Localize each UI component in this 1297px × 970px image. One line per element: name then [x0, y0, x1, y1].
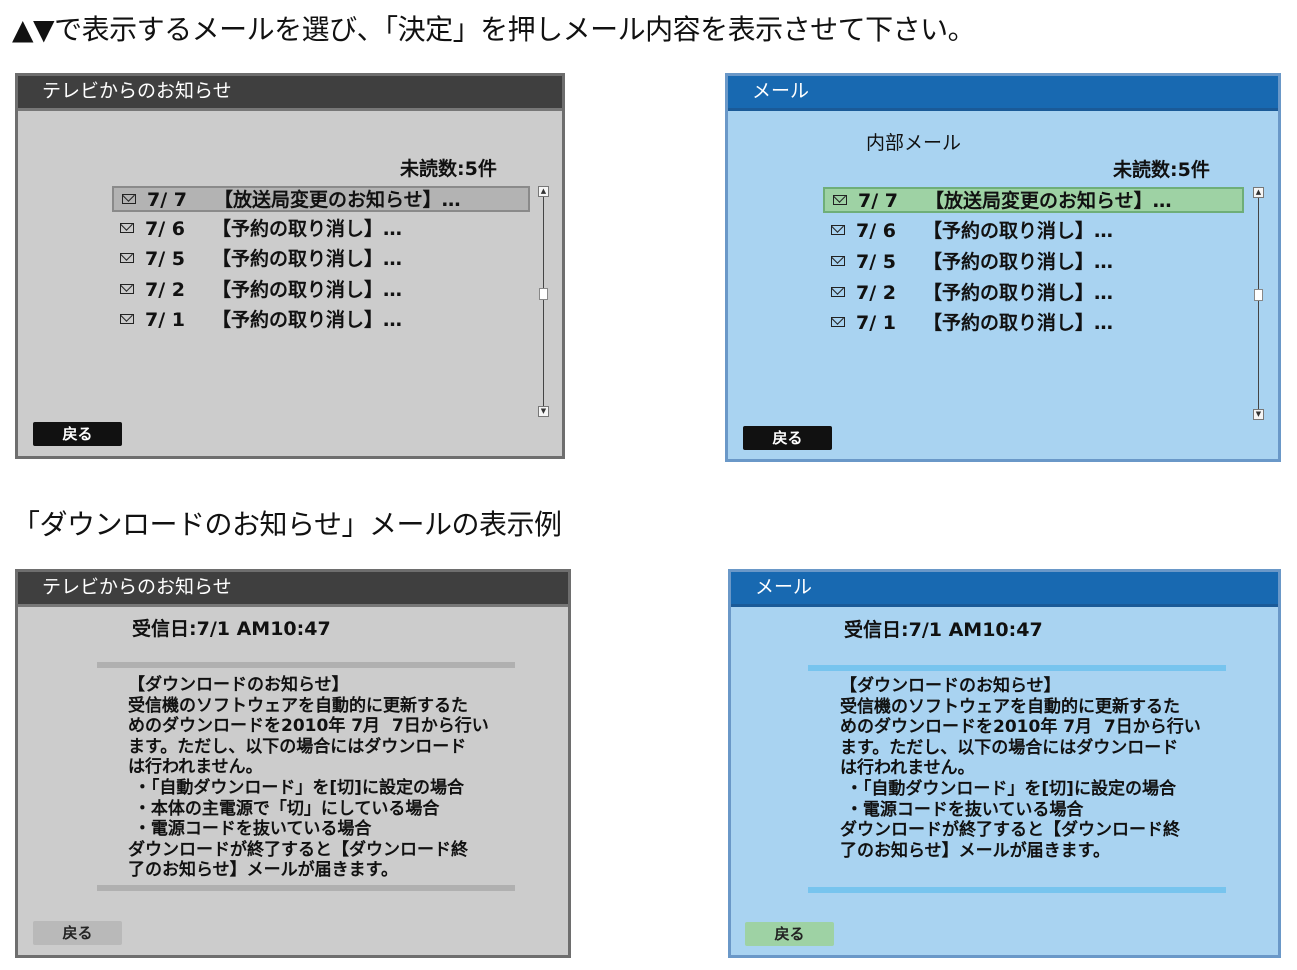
list-item[interactable]: 7/ 5 【予約の取り消し】…	[823, 250, 1244, 276]
gray-mail-detail-panel: テレビからのお知らせ 受信日:7/1 AM10:47 【ダウンロードのお知らせ】…	[15, 569, 571, 958]
mailbox-subtitle: 内部メール	[866, 132, 962, 154]
received-date: 受信日:7/1 AM10:47	[844, 619, 1043, 641]
envelope-icon	[120, 253, 134, 263]
list-item-subject: 【予約の取り消し】…	[923, 251, 1114, 273]
instruction-text: ▲▼で表示するメールを選び、「決定」を押しメール内容を表示させて下さい。	[12, 13, 976, 46]
back-button[interactable]: 戻る	[33, 422, 122, 446]
received-date: 受信日:7/1 AM10:47	[132, 618, 331, 640]
list-item-subject: 【予約の取り消し】…	[923, 220, 1114, 242]
blue-mail-list-panel: メール 内部メール 未読数:5件 7/ 7 【放送局変更のお知らせ】… 7/ 6…	[725, 73, 1281, 462]
list-item-subject: 【予約の取り消し】…	[212, 248, 403, 270]
mail-body: 【ダウンロードのお知らせ】 受信機のソフトウェアを自動的に更新するた めのダウン…	[840, 676, 1201, 861]
scrollbar-track[interactable]	[543, 192, 544, 410]
list-item[interactable]: 7/ 6 【予約の取り消し】…	[823, 219, 1244, 245]
list-item-date: 7/ 7	[147, 189, 187, 211]
scroll-down-arrow-icon[interactable]: ▼	[538, 406, 549, 417]
list-item-subject: 【予約の取り消し】…	[923, 312, 1114, 334]
panel-title: テレビからのお知らせ	[18, 76, 562, 111]
panel-title: メール	[728, 76, 1278, 111]
scrollbar-thumb[interactable]	[539, 288, 548, 300]
envelope-icon	[122, 194, 136, 204]
unread-count: 未読数:5件	[1113, 159, 1210, 181]
back-button[interactable]: 戻る	[745, 922, 834, 946]
list-item[interactable]: 7/ 7 【放送局変更のお知らせ】…	[112, 186, 530, 212]
scroll-up-arrow-icon[interactable]: ▲	[538, 186, 549, 197]
back-button[interactable]: 戻る	[743, 426, 832, 450]
list-item-date: 7/ 5	[856, 251, 896, 273]
scrollbar-track[interactable]	[1258, 193, 1259, 413]
list-item[interactable]: 7/ 5 【予約の取り消し】…	[112, 247, 530, 273]
list-item[interactable]: 7/ 1 【予約の取り消し】…	[112, 308, 530, 334]
scroll-up-arrow-icon[interactable]: ▲	[1253, 187, 1264, 198]
list-item-date: 7/ 2	[145, 279, 185, 301]
list-item[interactable]: 7/ 7 【放送局変更のお知らせ】…	[823, 187, 1244, 213]
blue-mail-detail-panel: メール 受信日:7/1 AM10:47 【ダウンロードのお知らせ】 受信機のソフ…	[728, 569, 1281, 958]
list-item-date: 7/ 1	[145, 309, 185, 331]
scroll-down-arrow-icon[interactable]: ▼	[1253, 409, 1264, 420]
list-item[interactable]: 7/ 2 【予約の取り消し】…	[823, 281, 1244, 307]
list-item-subject: 【予約の取り消し】…	[212, 279, 403, 301]
list-item-date: 7/ 6	[145, 218, 185, 240]
list-item-date: 7/ 1	[856, 312, 896, 334]
list-item-subject: 【放送局変更のお知らせ】…	[925, 190, 1172, 212]
envelope-icon	[831, 256, 845, 266]
back-button[interactable]: 戻る	[33, 921, 122, 945]
list-item-date: 7/ 6	[856, 220, 896, 242]
envelope-icon	[833, 195, 847, 205]
envelope-icon	[120, 314, 134, 324]
list-item-subject: 【予約の取り消し】…	[923, 282, 1114, 304]
example-heading: 「ダウンロードのお知らせ」メールの表示例	[12, 508, 562, 541]
panel-title: メール	[731, 572, 1278, 607]
envelope-icon	[831, 317, 845, 327]
mail-body: 【ダウンロードのお知らせ】 受信機のソフトウェアを自動的に更新するた めのダウン…	[128, 675, 489, 881]
envelope-icon	[120, 284, 134, 294]
scrollbar-thumb[interactable]	[1254, 289, 1263, 301]
list-item-date: 7/ 7	[858, 190, 898, 212]
list-item[interactable]: 7/ 1 【予約の取り消し】…	[823, 311, 1244, 337]
envelope-icon	[120, 223, 134, 233]
list-item-subject: 【放送局変更のお知らせ】…	[214, 189, 461, 211]
panel-title: テレビからのお知らせ	[18, 572, 568, 607]
separator-bottom	[808, 887, 1226, 893]
envelope-icon	[831, 225, 845, 235]
list-item[interactable]: 7/ 6 【予約の取り消し】…	[112, 217, 530, 243]
list-item-date: 7/ 2	[856, 282, 896, 304]
list-item-subject: 【予約の取り消し】…	[212, 309, 403, 331]
list-item-date: 7/ 5	[145, 248, 185, 270]
separator-bottom	[97, 885, 515, 891]
list-item-subject: 【予約の取り消し】…	[212, 218, 403, 240]
separator-top	[97, 662, 515, 668]
gray-mail-list-panel: テレビからのお知らせ 未読数:5件 7/ 7 【放送局変更のお知らせ】… 7/ …	[15, 73, 565, 459]
unread-count: 未読数:5件	[400, 158, 497, 180]
list-item[interactable]: 7/ 2 【予約の取り消し】…	[112, 278, 530, 304]
separator-top	[808, 665, 1226, 671]
envelope-icon	[831, 287, 845, 297]
